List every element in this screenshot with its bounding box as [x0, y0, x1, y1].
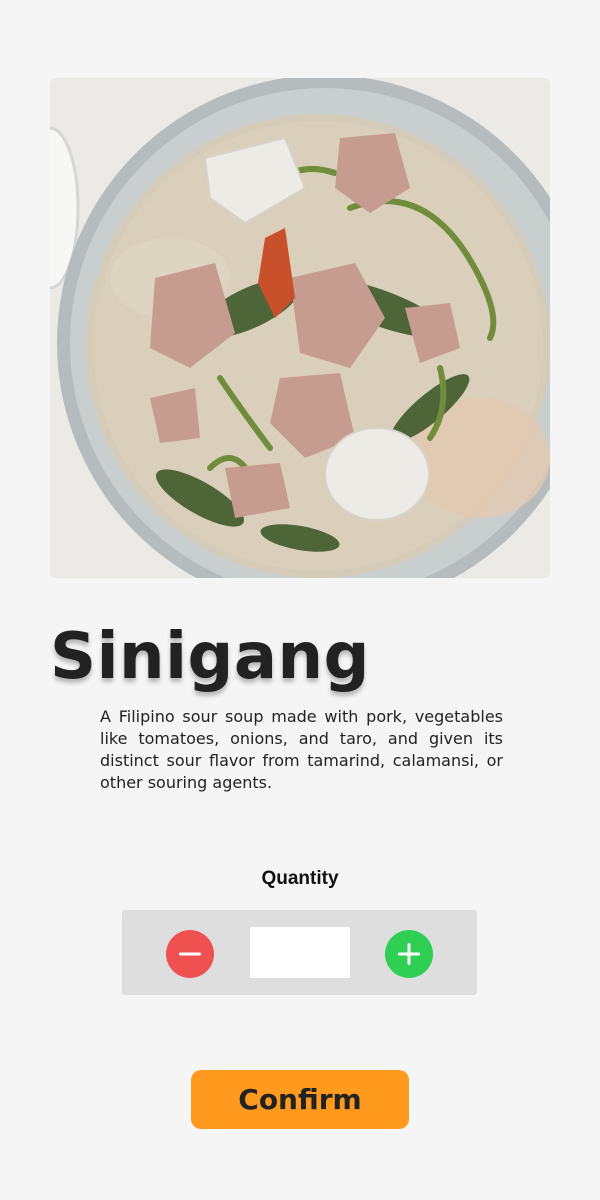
quantity-stepper	[122, 910, 477, 995]
plus-icon	[398, 943, 420, 965]
decrement-button[interactable]	[166, 930, 214, 978]
increment-button[interactable]	[385, 930, 433, 978]
minus-icon	[179, 952, 201, 956]
dish-description: A Filipino sour soup made with pork, veg…	[100, 707, 503, 792]
quantity-label: Quantity	[261, 868, 339, 889]
dish-title: Sinigang	[50, 620, 370, 694]
quantity-input[interactable]	[250, 927, 350, 978]
dish-image	[50, 78, 550, 578]
confirm-button[interactable]: Confirm	[191, 1070, 409, 1129]
